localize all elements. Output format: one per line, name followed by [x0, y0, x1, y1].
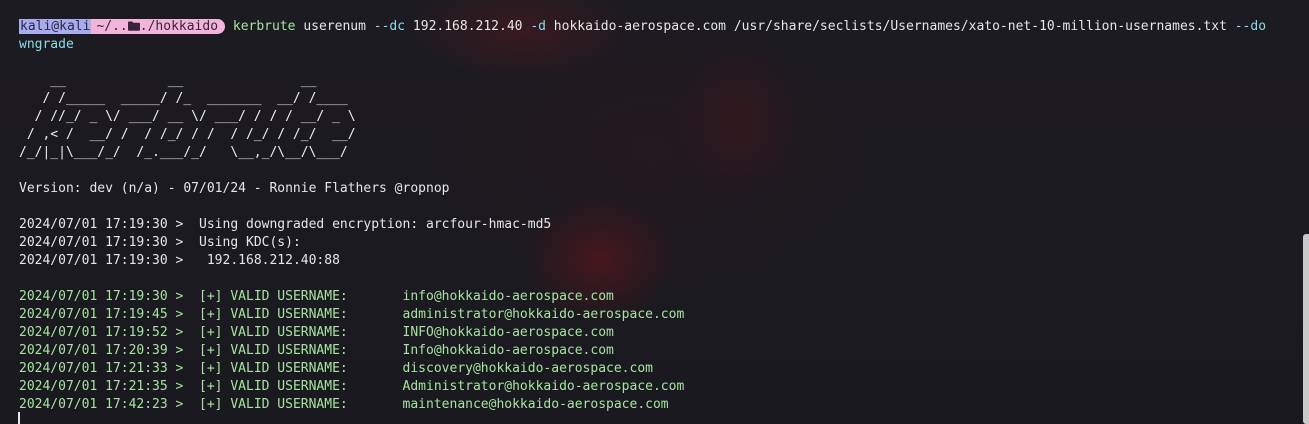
- valid-username-line: 2024/07/01 17:21:35 > [+] VALID USERNAME…: [19, 378, 1301, 396]
- terminal-output: kali@kali ~/.. ./hokkaido kerbrute userenu…: [19, 18, 1301, 414]
- valid-label: [+] VALID USERNAME:: [183, 307, 403, 322]
- banner-line-4: / ,< / __/ / / /_/ / / / /_/ / /_/ __/: [19, 127, 356, 142]
- command-name: kerbrute: [232, 19, 296, 34]
- timestamp: 2024/07/01 17:20:39 >: [19, 343, 184, 358]
- username: info@hokkaido-aerospace.com: [402, 289, 614, 304]
- command-arg-d: hokkaido-aerospace.com /usr/share/seclis…: [545, 19, 1235, 34]
- timestamp: 2024/07/01 17:21:35 >: [19, 379, 184, 394]
- timestamp: 2024/07/01 17:19:52 >: [19, 325, 184, 340]
- timestamp: 2024/07/01 17:21:33 >: [19, 361, 184, 376]
- banner-line-3: / //_/ _ \/ ___/ __ \/ ___/ / / / __/ _ …: [19, 109, 356, 124]
- prompt-path-suffix: ./hokkaido: [139, 19, 219, 34]
- banner-line-1: __ __ __: [19, 73, 317, 88]
- banner-line-2: / /_____ _____/ /_ _______ __/ /____: [19, 91, 348, 106]
- info-message: Using KDC(s):: [183, 235, 301, 250]
- valid-label: [+] VALID USERNAME:: [183, 325, 403, 340]
- valid-username-line: 2024/07/01 17:19:30 > [+] VALID USERNAME…: [19, 288, 1301, 306]
- info-message: Using downgraded encryption: arcfour-hma…: [183, 217, 552, 232]
- username: discovery@hokkaido-aerospace.com: [402, 361, 653, 376]
- terminal-window[interactable]: kali@kali ~/.. ./hokkaido kerbrute userenu…: [0, 0, 1309, 424]
- command-args-1: userenum: [295, 19, 374, 34]
- prompt-path: ~/.. ./hokkaido: [91, 18, 226, 36]
- valid-username-line: 2024/07/01 17:20:39 > [+] VALID USERNAME…: [19, 342, 1301, 360]
- command-flag-downgrade-rest: wngrade: [19, 37, 74, 52]
- prompt-path-prefix: ~/..: [96, 19, 128, 34]
- banner-line-5: /_/|_|\___/_/ /_.___/_/ \__,_/\__/\___/: [19, 145, 348, 160]
- scrollbar[interactable]: [1303, 234, 1309, 424]
- valid-username-line: 2024/07/01 17:42:23 > [+] VALID USERNAME…: [19, 396, 1301, 414]
- timestamp: 2024/07/01 17:19:30 >: [19, 253, 184, 268]
- timestamp: 2024/07/01 17:42:23 >: [19, 397, 184, 412]
- timestamp: 2024/07/01 17:19:30 >: [19, 217, 184, 232]
- command-flag-dc: --dc: [373, 19, 406, 34]
- prompt-user: kali@kali: [19, 19, 92, 34]
- valid-username-line: 2024/07/01 17:19:45 > [+] VALID USERNAME…: [19, 306, 1301, 324]
- text-cursor: [18, 412, 20, 424]
- valid-label: [+] VALID USERNAME:: [183, 343, 403, 358]
- valid-username-line: 2024/07/01 17:19:52 > [+] VALID USERNAME…: [19, 324, 1301, 342]
- valid-label: [+] VALID USERNAME:: [183, 361, 403, 376]
- info-line: 2024/07/01 17:19:30 > Using downgraded e…: [19, 216, 1301, 234]
- version-line: Version: dev (n/a) - 07/01/24 - Ronnie F…: [19, 181, 450, 196]
- username: administrator@hokkaido-aerospace.com: [402, 307, 685, 322]
- valid-username-line: 2024/07/01 17:21:33 > [+] VALID USERNAME…: [19, 360, 1301, 378]
- valid-label: [+] VALID USERNAME:: [183, 289, 403, 304]
- command-flag-d: -d: [530, 19, 546, 34]
- info-message: 192.168.212.40:88: [183, 253, 340, 268]
- command-line-wrap: wngrade: [19, 36, 1301, 54]
- valid-label: [+] VALID USERNAME:: [183, 397, 403, 412]
- timestamp: 2024/07/01 17:19:30 >: [19, 235, 184, 250]
- valid-label: [+] VALID USERNAME:: [183, 379, 403, 394]
- folder-icon: [127, 18, 140, 36]
- username: Info@hokkaido-aerospace.com: [402, 343, 614, 358]
- username: INFO@hokkaido-aerospace.com: [402, 325, 614, 340]
- command-flag-downgrade-start: --do: [1234, 19, 1267, 34]
- command-arg-dc: 192.168.212.40: [405, 19, 531, 34]
- timestamp: 2024/07/01 17:19:30 >: [19, 289, 184, 304]
- command-line: kali@kali ~/.. ./hokkaido kerbrute userenu…: [19, 18, 1301, 36]
- username: Administrator@hokkaido-aerospace.com: [402, 379, 685, 394]
- info-line: 2024/07/01 17:19:30 > 192.168.212.40:88: [19, 252, 1301, 270]
- info-line: 2024/07/01 17:19:30 > Using KDC(s):: [19, 234, 1301, 252]
- timestamp: 2024/07/01 17:19:45 >: [19, 307, 184, 322]
- username: maintenance@hokkaido-aerospace.com: [402, 397, 669, 412]
